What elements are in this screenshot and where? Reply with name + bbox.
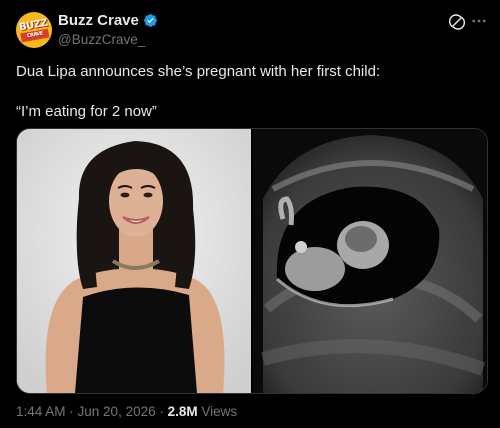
verified-badge-icon	[143, 14, 157, 27]
ultrasound-illustration	[253, 129, 487, 393]
meta-separator: ·	[65, 404, 78, 419]
author-handle[interactable]: @BuzzCrave_	[58, 32, 145, 47]
avatar[interactable]: BUZZ CRAVE	[16, 12, 52, 48]
views-count: 2.8M	[167, 404, 198, 419]
buzz-crave-logo: BUZZ CRAVE	[18, 17, 50, 42]
meta-separator: ·	[155, 404, 168, 419]
photo-portrait[interactable]	[17, 129, 251, 393]
grok-icon[interactable]	[449, 14, 465, 30]
tweet-time[interactable]: 1:44 AM	[16, 404, 66, 419]
tweet-meta: 1:44 AM · Jun 20, 2026 · 2.8M Views	[16, 404, 237, 419]
author-name[interactable]: Buzz Crave	[58, 12, 158, 29]
portrait-illustration	[17, 129, 251, 393]
more-icon[interactable]	[470, 12, 488, 30]
tweet-text: Dua Lipa announces she’s pregnant with h…	[16, 62, 486, 122]
tweet-line-2: “I’m eating for 2 now”	[16, 103, 157, 120]
tweet-date[interactable]: Jun 20, 2026	[78, 404, 156, 419]
tweet-line-1: Dua Lipa announces she’s pregnant with h…	[16, 63, 381, 80]
photo-ultrasound[interactable]	[253, 129, 487, 393]
author-name-text[interactable]: Buzz Crave	[58, 12, 139, 29]
tweet-media[interactable]	[16, 128, 488, 394]
views-label: Views	[197, 404, 238, 419]
